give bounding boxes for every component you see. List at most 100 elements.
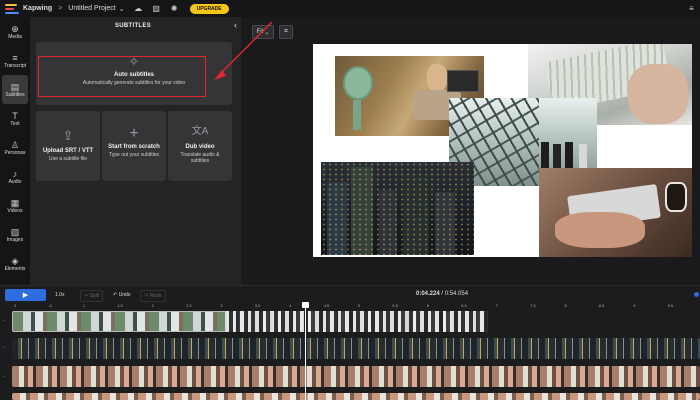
collapse-panel-icon[interactable]: ‹ [234,20,237,30]
ruler-tick-label: 1 [82,303,86,308]
timecode: 0:04.224 / 0:54.054 [416,291,469,297]
total-time: 0:54.054 [444,291,469,297]
nav-label: Videos [7,207,23,214]
playhead-handle[interactable] [302,302,309,308]
nav-images[interactable]: ▨ Images [0,220,30,249]
ruler-tick-label: 5 [358,303,361,308]
dub-video-card[interactable]: 文A Dub video Translate audio & subtitles [168,111,232,181]
ruler-tick-label: 6.5 [461,303,467,308]
nav-label: Transcript [3,62,27,69]
cloud-icon[interactable]: ☁ [134,4,143,13]
nav-media[interactable]: ⊕ Media [0,17,30,46]
nav-label: Subtitles [5,91,25,98]
video-track-icon: ▫ [3,345,5,351]
split-button[interactable]: ✂ Split [80,290,104,302]
nav-audio[interactable]: ♪ Audio [0,162,30,191]
ruler-tick-label: 3.5 [254,303,261,308]
card-title: Dub video [185,144,215,150]
nav-text[interactable]: T Text [0,104,30,133]
subtitles-icon: ▤ [10,81,20,92]
kapwing-logo-icon[interactable] [5,3,19,14]
ruler-tick-label: 0 [14,303,17,308]
ruler-tick-label: 2 [151,303,154,308]
ruler-tick-label: .5 [48,303,52,308]
ruler-tick-label: 7.5 [530,303,536,308]
ruler-tick-label: 4 [289,303,292,308]
timeline-ruler[interactable]: 0 .5 1 1.5 2 2.5 3 3.5 4 4.5 5 5.5 6 6.5 7 7.5 8 8.5 9 9.5 [0,303,700,311]
shapes-icon: ◈ [11,255,19,266]
ruler-tick-label: 6 [426,303,430,308]
person-icon: ♙ [10,139,20,150]
nav-label: Text [10,120,20,127]
start-from-scratch-card[interactable]: + Start from scratch Type out your subti… [102,111,166,181]
card-title: Upload SRT / VTT [42,148,94,154]
nav-label: Images [6,236,24,243]
plus-icon: + [129,125,139,142]
upload-icon: ⇪ [62,128,74,143]
ruler-tick-label: 7 [495,303,498,308]
transcript-icon: ≡ [12,52,18,63]
card-title: Start from scratch [108,144,160,150]
menu-icon[interactable]: ≡ [687,4,696,13]
video-track-4[interactable] [12,393,700,400]
ruler-tick-label: 2.5 [186,303,192,308]
nav-subtitles[interactable]: ▤ Subtitles [2,75,28,104]
speed-dropdown[interactable]: 1.0x [52,290,67,300]
upload-srt-card[interactable]: ⇪ Upload SRT / VTT Use a subtitle file [36,111,100,181]
video-track-icon: ▫ [3,374,5,380]
brand-name[interactable]: Kapwing [23,5,52,12]
image-icon[interactable]: ▨ [152,4,161,13]
ruler-tick-label: 8 [564,303,567,308]
nav-label: Audio [8,178,22,185]
ruler-tick-label: 5.5 [392,303,398,308]
video-track-icon: ▫ [3,318,5,324]
video-clip-suits[interactable] [225,311,488,332]
fit-dropdown[interactable]: Fit ⌄ [252,25,274,39]
ruler-tick-label: 1.5 [117,303,123,308]
ruler-tick-label: 8.5 [598,303,605,308]
zoom-slider-knob[interactable] [694,292,699,297]
current-time: 0:04.224 [416,291,440,297]
ruler-tick-label: 9.5 [667,303,674,308]
top-bar: Kapwing > Untitled Project ⌄ ☁ ▨ ✺ UPGRA… [0,0,700,17]
video-track-2[interactable] [12,338,700,359]
nav-label: Media [8,33,22,40]
crop-icon[interactable]: ⌗ [279,25,293,39]
clip-city-night[interactable] [321,162,474,255]
annotation-highlight-box [38,56,206,97]
chevron-down-icon[interactable]: ⌄ [119,5,125,13]
card-desc: Type out your subtitles [108,152,160,158]
ruler-tick-label: 3 [220,303,223,308]
playhead[interactable] [305,303,306,400]
clip-typing-hands[interactable] [539,168,692,257]
video-canvas[interactable] [313,44,692,257]
chevron-down-icon: ⌄ [264,29,270,36]
breadcrumb-separator: > [58,5,63,12]
nav-videos[interactable]: ▦ Videos [0,191,30,220]
lightbulb-icon[interactable]: ✺ [170,4,179,13]
panel-title: SUBTITLES [114,23,152,29]
text-icon: T [12,110,18,121]
left-nav: ⊕ Media ≡ Transcript ▤ Subtitles T Text ♙ Per… [0,17,30,285]
ruler-tick-label: 4.5 [323,303,330,308]
video-track-3[interactable] [12,366,700,387]
ruler-tick-label: 9 [633,303,636,308]
nav-personas[interactable]: ♙ Personas [0,133,30,162]
translate-icon: 文A [191,126,209,137]
upgrade-button[interactable]: UPGRADE [189,3,229,14]
card-desc: Use a subtitle file [48,156,88,162]
nav-transcript[interactable]: ≡ Transcript [0,46,30,75]
undo-button[interactable]: ↶ Undo [110,290,134,300]
play-button[interactable]: ▶ [5,289,46,301]
nav-label: Elements [4,265,26,272]
image-icon: ▨ [10,226,20,237]
music-icon: ♪ [12,168,18,179]
card-desc: Translate audio & subtitles [180,152,220,164]
fit-label: Fit [256,29,264,35]
project-title[interactable]: Untitled Project [68,5,115,12]
nav-label: Personas [4,149,26,156]
film-icon: ▦ [10,197,20,208]
redo-button[interactable]: ↷ Redo [140,290,166,302]
plus-icon: ⊕ [11,23,19,34]
nav-elements[interactable]: ◈ Elements [0,249,30,278]
